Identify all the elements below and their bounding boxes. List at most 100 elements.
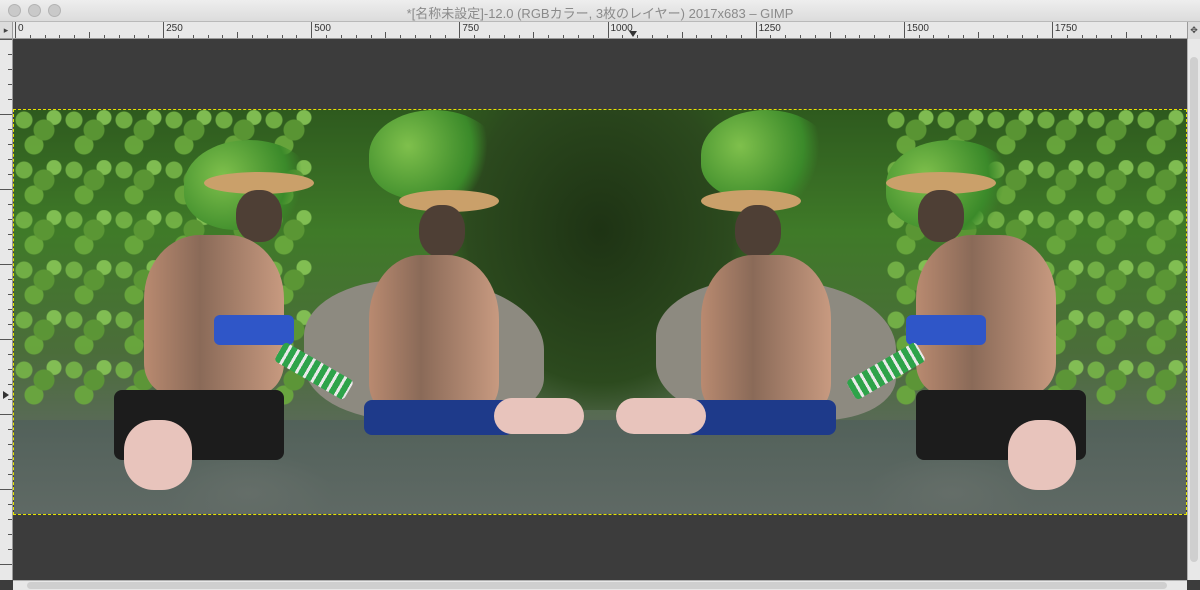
ruler-tick — [770, 35, 772, 38]
ruler-tick — [237, 32, 239, 38]
ruler-tick — [252, 35, 253, 38]
ruler-tick — [44, 35, 46, 38]
ruler-tick — [563, 35, 565, 38]
ruler-tick — [429, 35, 431, 38]
ruler-tick-vertical — [8, 234, 12, 235]
menu-arrow-icon[interactable]: ▸ — [0, 22, 13, 39]
window-title: *[名称未設定]-12.0 (RGBカラー, 3枚のレイヤー) 2017x683… — [406, 6, 794, 21]
ruler-tick — [651, 35, 653, 38]
ruler-tick — [622, 35, 624, 38]
ruler-tick-vertical — [8, 384, 12, 385]
ruler-tick — [74, 35, 76, 38]
ruler-tick-vertical — [8, 429, 12, 430]
ruler-tick-vertical — [8, 129, 12, 130]
ruler-label: 1000 — [610, 23, 633, 34]
ruler-tick-vertical — [0, 414, 12, 415]
ruler-tick-vertical — [0, 189, 12, 190]
ruler-tick-vertical — [0, 339, 12, 340]
ruler-tick — [918, 35, 920, 38]
ruler-tick — [1140, 35, 1142, 38]
ruler-tick — [400, 35, 402, 38]
ruler-tick-vertical — [8, 399, 12, 400]
ruler-tick — [29, 35, 31, 38]
canvas-area[interactable] — [13, 39, 1187, 580]
ruler-tick — [222, 35, 224, 38]
ruler-tick — [1111, 35, 1113, 38]
ruler-tick — [266, 35, 268, 38]
title-bar: *[名称未設定]-12.0 (RGBカラー, 3枚のレイヤー) 2017x683… — [0, 0, 1200, 22]
ruler-tick-vertical — [8, 174, 12, 175]
ruler-tick-vertical — [8, 144, 12, 145]
ruler-tick — [637, 35, 639, 38]
vertical-ruler[interactable] — [0, 39, 13, 580]
ruler-tick — [1022, 35, 1024, 38]
horizontal-ruler[interactable]: 0 250 500 750 1000 1250 1500 1750 — [13, 22, 1187, 39]
ruler-tick-vertical — [8, 534, 12, 535]
ruler-tick-vertical — [8, 84, 12, 85]
ruler-tick — [1007, 35, 1009, 38]
ruler-label: 0 — [18, 23, 24, 34]
ruler-tick — [148, 35, 150, 38]
horizontal-scroll-thumb[interactable] — [27, 582, 1167, 589]
ruler-tick — [859, 35, 861, 38]
ruler-tick-vertical — [8, 519, 12, 520]
ruler-tick — [326, 35, 328, 38]
ruler-tick-vertical — [8, 54, 12, 55]
horizontal-scrollbar[interactable] — [13, 580, 1187, 590]
ruler-tick-vertical — [8, 309, 12, 310]
ruler-tick — [355, 35, 357, 38]
ruler-tick-vertical — [8, 159, 12, 160]
ruler-tick — [474, 35, 476, 38]
ruler-tick — [1081, 35, 1083, 38]
ruler-tick — [489, 35, 490, 38]
ruler-tick — [548, 35, 550, 38]
ruler-tick-vertical — [8, 459, 12, 460]
ruler-tick — [681, 32, 683, 38]
ruler-tick — [844, 35, 846, 38]
ruler-tick — [607, 22, 609, 38]
ruler-tick — [948, 35, 950, 38]
ruler-tick-vertical — [8, 549, 12, 550]
image-canvas[interactable] — [14, 110, 1186, 514]
ruler-tick — [385, 32, 387, 38]
ruler-tick — [711, 35, 713, 38]
vertical-scroll-thumb[interactable] — [1190, 57, 1198, 562]
ruler-tick — [755, 22, 757, 38]
ruler-tick-vertical — [8, 354, 12, 355]
ruler-tick-vertical — [8, 504, 12, 505]
ruler-tick — [933, 35, 935, 38]
vertical-scrollbar[interactable] — [1187, 39, 1200, 580]
ruler-tick-vertical — [8, 249, 12, 250]
ruler-tick-vertical — [8, 474, 12, 475]
ruler-tick — [518, 35, 520, 38]
ruler-tick — [133, 35, 135, 38]
ruler-tick — [1155, 35, 1157, 38]
ruler-tick-vertical — [0, 264, 12, 265]
ruler-label: 1250 — [758, 23, 781, 34]
ruler-tick-vertical — [0, 39, 12, 40]
ruler-tick — [414, 35, 416, 38]
ruler-tick — [726, 35, 727, 38]
ruler-label: 1750 — [1054, 23, 1078, 34]
ruler-tick — [1096, 35, 1098, 38]
ruler-tick — [15, 22, 16, 38]
ruler-tick-vertical — [8, 204, 12, 205]
ruler-tick — [666, 35, 668, 38]
ruler-tick — [874, 35, 876, 38]
ruler-tick — [800, 35, 802, 38]
ruler-tick — [177, 35, 179, 38]
ruler-tick — [592, 35, 594, 38]
ruler-tick-vertical — [8, 99, 12, 100]
pointer-position-marker-vertical — [3, 391, 9, 399]
ruler-tick — [340, 35, 342, 38]
ruler-tick — [103, 35, 105, 38]
ruler-tick — [192, 35, 194, 38]
ruler-tick-vertical — [8, 324, 12, 325]
ruler-tick-vertical — [8, 294, 12, 295]
ruler-tick-vertical — [8, 369, 12, 370]
ruler-label: 1500 — [906, 23, 929, 34]
ruler-tick-vertical — [8, 279, 12, 280]
ruler-tick — [1037, 35, 1039, 38]
navigate-icon[interactable]: ✥ — [1187, 22, 1200, 39]
ruler-tick — [370, 35, 372, 38]
